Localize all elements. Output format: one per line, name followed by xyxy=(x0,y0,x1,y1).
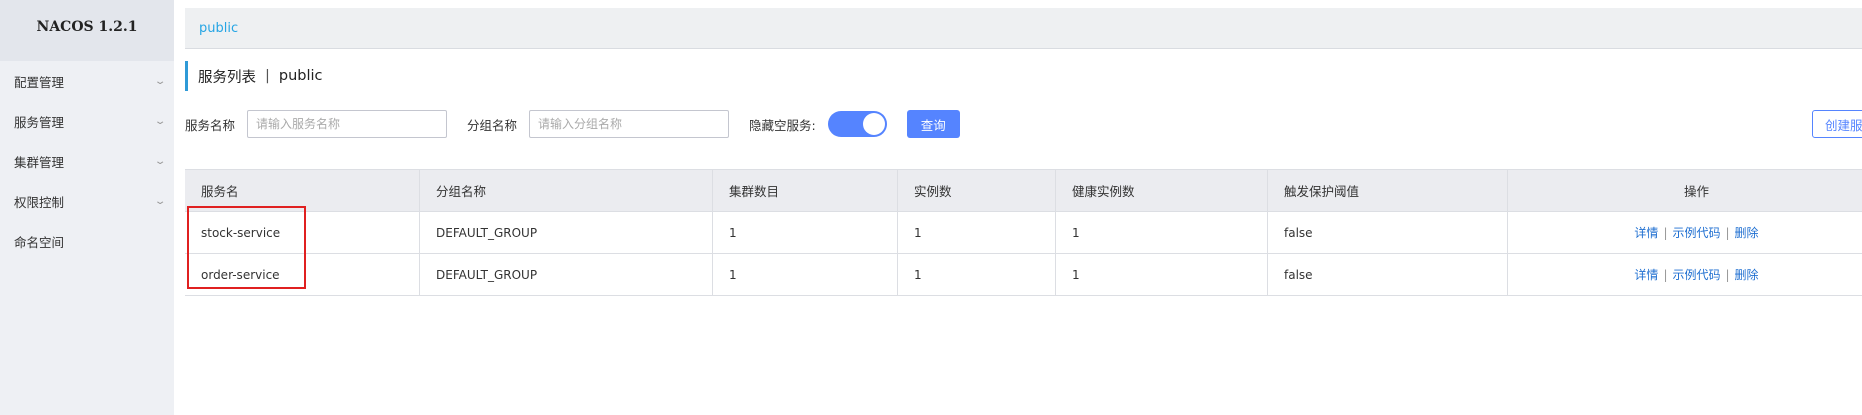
cell-protect-threshold: false xyxy=(1268,254,1508,295)
detail-link[interactable]: 详情 xyxy=(1634,266,1658,283)
page-title: 服务列表 | public xyxy=(185,61,323,91)
service-name-input[interactable] xyxy=(247,110,448,138)
chevron-down-icon: ⌄ xyxy=(153,155,167,167)
cell-group-name: DEFAULT_GROUP xyxy=(420,212,713,253)
cell-actions: 详情 | 示例代码 | 删除 xyxy=(1508,254,1862,295)
cell-healthy-count: 1 xyxy=(1056,212,1268,253)
table-header: 服务名 分组名称 集群数目 实例数 健康实例数 触发保护阈值 操作 xyxy=(185,170,1862,212)
breadcrumb-namespace[interactable]: public xyxy=(199,21,238,36)
toggle-knob xyxy=(862,113,885,135)
cell-healthy-count: 1 xyxy=(1056,254,1268,295)
action-separator: | xyxy=(1663,267,1668,282)
hide-empty-label: 隐藏空服务: xyxy=(749,117,816,133)
group-name-label: 分组名称 xyxy=(467,117,518,133)
sample-code-link[interactable]: 示例代码 xyxy=(1672,266,1720,283)
sidebar-item-label: 服务管理 xyxy=(14,114,65,130)
cell-cluster-count: 1 xyxy=(713,212,898,253)
page-title-text: 服务列表 xyxy=(198,69,256,86)
app-logo: NACOS 1.2.1 xyxy=(0,0,174,61)
sidebar-item-label: 命名空间 xyxy=(14,234,65,250)
col-healthy-count[interactable]: 健康实例数 xyxy=(1056,170,1268,211)
col-cluster-count[interactable]: 集群数目 xyxy=(713,170,898,211)
delete-link[interactable]: 删除 xyxy=(1735,266,1759,283)
sidebar-item-label: 权限控制 xyxy=(14,194,65,210)
table-row: stock-service DEFAULT_GROUP 1 1 1 false … xyxy=(185,212,1862,254)
col-service-name[interactable]: 服务名 xyxy=(185,170,420,211)
query-button[interactable]: 查询 xyxy=(906,110,960,138)
sidebar-item-service[interactable]: 服务管理 ⌄ xyxy=(0,101,174,141)
main-content: public 服务列表 | public 服务名称 分组名称 隐藏空服务: 查询… xyxy=(185,0,1862,415)
col-actions: 操作 xyxy=(1683,184,1709,199)
action-separator: | xyxy=(1725,267,1730,282)
cell-cluster-count: 1 xyxy=(713,254,898,295)
sidebar-item-label: 配置管理 xyxy=(14,74,65,90)
chevron-down-icon: ⌄ xyxy=(153,195,167,207)
sidebar: NACOS 1.2.1 配置管理 ⌄ 服务管理 ⌄ 集群管理 ⌄ 权限控制 ⌄ … xyxy=(0,0,174,415)
delete-link[interactable]: 删除 xyxy=(1735,224,1759,241)
service-name-label: 服务名称 xyxy=(185,117,236,133)
title-separator: | xyxy=(265,68,270,84)
service-table: 服务名 分组名称 集群数目 实例数 健康实例数 触发保护阈值 操作 stock-… xyxy=(185,169,1862,296)
cell-instance-count: 1 xyxy=(898,212,1056,253)
col-instance-count[interactable]: 实例数 xyxy=(898,170,1056,211)
action-separator: | xyxy=(1725,225,1730,240)
hide-empty-toggle[interactable] xyxy=(827,111,887,137)
sidebar-item-config[interactable]: 配置管理 ⌄ xyxy=(0,61,174,101)
cell-service-name: stock-service xyxy=(185,212,420,253)
group-name-input[interactable] xyxy=(529,110,730,138)
chevron-down-icon: ⌄ xyxy=(153,75,167,87)
sidebar-item-auth[interactable]: 权限控制 ⌄ xyxy=(0,181,174,221)
chevron-down-icon: ⌄ xyxy=(153,115,167,127)
cell-protect-threshold: false xyxy=(1268,212,1508,253)
page-title-namespace: public xyxy=(278,68,323,84)
sample-code-link[interactable]: 示例代码 xyxy=(1672,224,1720,241)
breadcrumb: public xyxy=(185,8,1862,49)
filter-bar: 服务名称 分组名称 隐藏空服务: 查询 xyxy=(185,110,1862,138)
action-separator: | xyxy=(1663,225,1668,240)
col-protect-threshold[interactable]: 触发保护阈值 xyxy=(1268,170,1508,211)
sidebar-item-label: 集群管理 xyxy=(14,154,65,170)
sidebar-item-cluster[interactable]: 集群管理 ⌄ xyxy=(0,141,174,181)
sidebar-item-namespace[interactable]: 命名空间 xyxy=(0,221,174,261)
col-group-name[interactable]: 分组名称 xyxy=(420,170,713,211)
cell-service-name: order-service xyxy=(185,254,420,295)
cell-group-name: DEFAULT_GROUP xyxy=(420,254,713,295)
cell-actions: 详情 | 示例代码 | 删除 xyxy=(1508,212,1862,253)
cell-instance-count: 1 xyxy=(898,254,1056,295)
create-service-button[interactable]: 创建服务 xyxy=(1812,110,1862,138)
detail-link[interactable]: 详情 xyxy=(1634,224,1658,241)
table-row: order-service DEFAULT_GROUP 1 1 1 false … xyxy=(185,254,1862,296)
